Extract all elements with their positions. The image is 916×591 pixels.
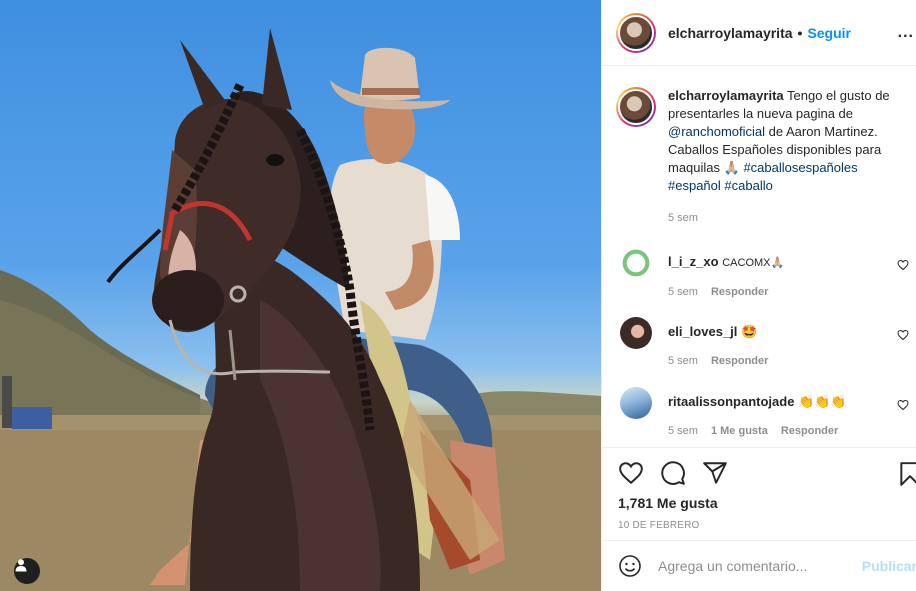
comment-like-heart-icon[interactable] (897, 329, 909, 341)
reply-button[interactable]: Responder (711, 283, 768, 301)
post-actions: 1,781 Me gusta 10 DE FEBRERO (602, 447, 916, 539)
comment-username[interactable]: l_i_z_xo (668, 254, 719, 269)
caption-timestamp[interactable]: 5 sem (668, 209, 698, 227)
caption-mention[interactable]: @ranchomoficial (668, 124, 765, 139)
comment-like-count[interactable]: 1 Me gusta (711, 422, 768, 440)
paper-plane-icon[interactable] (702, 460, 728, 486)
bookmark-icon[interactable] (899, 461, 916, 487)
caption-hashtag[interactable]: #caballosespañoles (743, 160, 857, 175)
smiley-icon[interactable] (618, 554, 642, 578)
comment-timestamp[interactable]: 5 sem (668, 422, 698, 440)
comment-text: CACOMX🙏🏼 (722, 257, 785, 269)
header-separator: • (797, 24, 803, 41)
author-username[interactable]: elcharroylamayrita (668, 25, 793, 41)
horse-rider-illustration (0, 28, 601, 591)
caption-username[interactable]: elcharroylamayrita (668, 88, 784, 103)
author-avatar[interactable] (616, 12, 656, 53)
heart-icon[interactable] (618, 460, 644, 486)
commenter-avatar[interactable] (620, 247, 652, 279)
comment-item: ritaalissonpantojade 👏👏👏 5 sem 1 Me gust… (602, 387, 916, 447)
comment-username[interactable]: ritaalissonpantojade (668, 394, 794, 409)
reply-button[interactable]: Responder (711, 352, 768, 370)
comment-bubble-icon[interactable] (660, 460, 686, 486)
comments-list[interactable]: elcharroylamayrita Tengo el gusto de pre… (602, 67, 916, 447)
comment-item: l_i_z_xo CACOMX🙏🏼 5 sem Responder (602, 247, 916, 317)
user-tag-icon (15, 559, 27, 572)
post-header: elcharroylamayrita • Seguir ... (602, 0, 916, 66)
caption-hashtag[interactable]: #español (668, 178, 721, 193)
comment-like-heart-icon[interactable] (897, 259, 909, 271)
publish-button[interactable]: Publicar (862, 558, 916, 574)
commenter-avatar[interactable] (620, 387, 652, 419)
comment-text: 👏👏👏 (798, 394, 847, 409)
follow-button[interactable]: Seguir (807, 25, 851, 41)
comment-text: 🤩 (741, 324, 758, 339)
comment-input[interactable]: Agrega un comentario... (658, 558, 807, 574)
caption-hashtag[interactable]: #caballo (724, 178, 772, 193)
caption-author-avatar[interactable] (616, 87, 656, 127)
post-photo[interactable] (0, 0, 601, 591)
comment-timestamp[interactable]: 5 sem (668, 352, 698, 370)
comment-like-heart-icon[interactable] (897, 399, 909, 411)
user-tag-button[interactable] (14, 558, 40, 584)
more-options-icon[interactable]: ... (898, 24, 914, 42)
comment-item: eli_loves_jl 🤩 5 sem Responder (602, 317, 916, 387)
caption-body: elcharroylamayrita Tengo el gusto de pre… (668, 87, 903, 247)
add-comment-bar: Agrega un comentario... Publicar (602, 540, 916, 591)
post-sidebar: elcharroylamayrita • Seguir ... elcharro… (601, 0, 916, 591)
comment-timestamp[interactable]: 5 sem (668, 283, 698, 301)
like-count[interactable]: 1,781 Me gusta (618, 495, 916, 511)
commenter-avatar[interactable] (620, 317, 652, 349)
reply-button[interactable]: Responder (781, 422, 838, 440)
comment-username[interactable]: eli_loves_jl (668, 324, 737, 339)
post-caption: elcharroylamayrita Tengo el gusto de pre… (602, 67, 916, 247)
post-date[interactable]: 10 DE FEBRERO (618, 520, 916, 531)
